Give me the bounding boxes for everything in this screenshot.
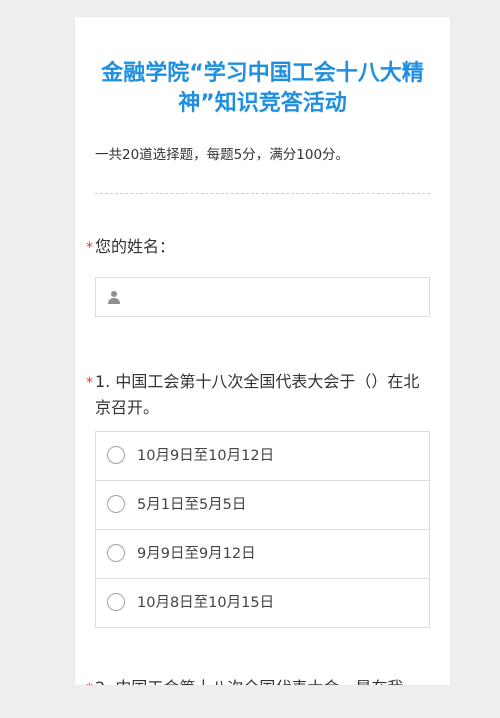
question-1-label: * 1. 中国工会第十八次全国代表大会于（）在北京召开。 [83, 369, 428, 421]
radio-button[interactable] [107, 495, 125, 513]
name-question-label: * 您的姓名： [83, 234, 428, 260]
required-mark: * [86, 676, 93, 685]
question-1-option-d[interactable]: 10月8日至10月15日 [96, 579, 429, 627]
option-label: 9月9日至9月12日 [137, 546, 256, 562]
question-1-option-c[interactable]: 9月9日至9月12日 [96, 530, 429, 579]
header-divider [95, 193, 430, 194]
survey-form-card: 金融学院“学习中国工会十八大精神”知识竞答活动 一共20道选择题，每题5分，满分… [75, 17, 450, 685]
option-label: 5月1日至5月5日 [137, 497, 247, 513]
question-1-option-a[interactable]: 10月9日至10月12日 [96, 432, 429, 481]
question-1-options: 10月9日至10月12日 5月1日至5月5日 9月9日至9月12日 10月8日至… [95, 431, 430, 628]
form-title: 金融学院“学习中国工会十八大精神”知识竞答活动 [101, 61, 424, 116]
radio-button[interactable] [107, 593, 125, 611]
form-description: 一共20道选择题，每题5分，满分100分。 [95, 147, 350, 163]
radio-button[interactable] [107, 446, 125, 464]
question-2-text: 2. 中国工会第十八次全国代表大会，是在我 [83, 675, 428, 685]
required-mark: * [86, 375, 93, 391]
option-label: 10月8日至10月15日 [137, 595, 275, 611]
name-field[interactable] [95, 277, 430, 317]
required-mark: * [86, 240, 93, 256]
question-2-label: * 2. 中国工会第十八次全国代表大会，是在我 [83, 675, 428, 685]
name-question-text: 您的姓名： [95, 237, 176, 256]
user-icon [108, 291, 120, 304]
question-1-option-b[interactable]: 5月1日至5月5日 [96, 481, 429, 530]
option-label: 10月9日至10月12日 [137, 448, 275, 464]
radio-button[interactable] [107, 544, 125, 562]
question-1-text: 1. 中国工会第十八次全国代表大会于（）在北京召开。 [95, 372, 420, 417]
name-input[interactable] [132, 278, 422, 316]
